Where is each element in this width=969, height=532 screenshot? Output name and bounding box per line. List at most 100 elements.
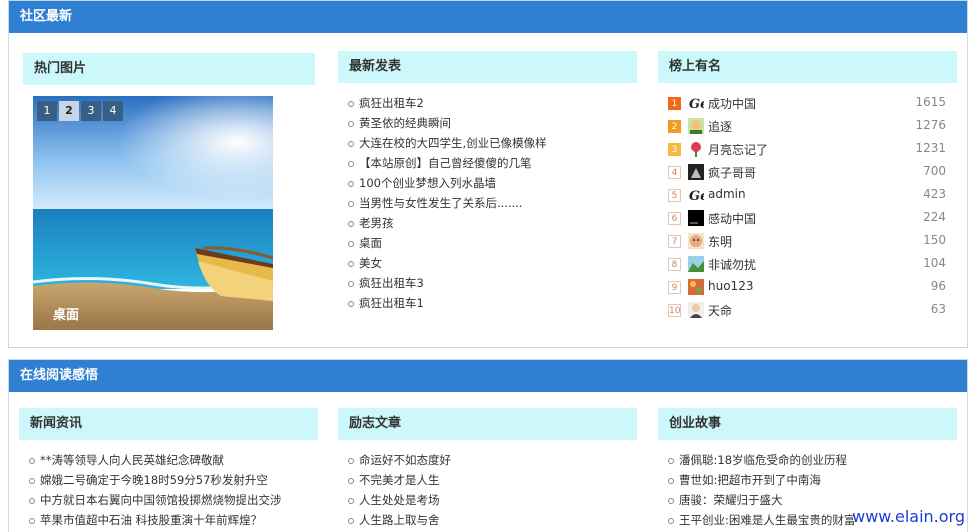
- list-item[interactable]: 黄圣依的经典瞬间: [348, 113, 638, 133]
- user-score: 700: [923, 164, 946, 178]
- ranking-row[interactable]: 1 Ge 成功中国 1615: [668, 93, 946, 116]
- list-item[interactable]: 【本站原创】自己曾经傻傻的几笔: [348, 153, 638, 173]
- pager-page-4[interactable]: 4: [103, 101, 123, 121]
- latest-posts-title: 最新发表: [338, 51, 637, 83]
- rank-badge: 4: [668, 166, 681, 179]
- user-name[interactable]: 月亮忘记了: [708, 141, 768, 158]
- inspire-panel: 励志文章: [338, 408, 637, 440]
- ranking-row[interactable]: 10 天命 63: [668, 300, 946, 323]
- user-name[interactable]: 东明: [708, 233, 732, 250]
- svg-text:Ge: Ge: [689, 189, 704, 203]
- hot-pics-title: 热门图片: [23, 53, 315, 85]
- user-name[interactable]: 成功中国: [708, 95, 756, 112]
- latest-posts-list: 疯狂出租车2 黄圣依的经典瞬间 大连在校的大四学生,创业已像模像样 【本站原创】…: [348, 93, 638, 313]
- list-item[interactable]: 疯狂出租车2: [348, 93, 638, 113]
- inspire-list: 命运好不如态度好 不完美才是人生 人生处处是考场 人生路上取与舍: [348, 450, 638, 530]
- black-avatar-icon: [688, 210, 704, 226]
- ranking-panel: 榜上有名: [658, 51, 957, 83]
- rank-badge: 3: [668, 143, 681, 156]
- cartoon-avatar-icon: [688, 118, 704, 134]
- user-name[interactable]: 疯子哥哥: [708, 164, 756, 181]
- list-item[interactable]: 曹世如:把超市开到了中南海: [668, 470, 958, 490]
- rank-badge: 9: [668, 281, 681, 294]
- list-item[interactable]: 美女: [348, 253, 638, 273]
- hot-pics-panel: 热门图片: [23, 53, 315, 85]
- list-item[interactable]: 苹果市值超中石油 科技股重演十年前辉煌？: [29, 510, 319, 530]
- rank-badge: 2: [668, 120, 681, 133]
- ranking-row[interactable]: 4 疯子哥哥 700: [668, 162, 946, 185]
- user-score: 104: [923, 256, 946, 270]
- dark-avatar-icon: [688, 164, 704, 180]
- ranking-row[interactable]: 9 huo123 96: [668, 277, 946, 300]
- rank-badge: 8: [668, 258, 681, 271]
- pager-page-1[interactable]: 1: [37, 101, 57, 121]
- list-item[interactable]: 潘佩聪:18岁临危受命的创业历程: [668, 450, 958, 470]
- list-item[interactable]: 人生路上取与舍: [348, 510, 638, 530]
- section-title-community: 社区最新: [9, 1, 967, 33]
- list-item[interactable]: 当男性与女性发生了关系后.......: [348, 193, 638, 213]
- pager-page-2[interactable]: 2: [59, 101, 79, 121]
- list-item[interactable]: 嫦娥二号确定于今晚18时59分57秒发射升空: [29, 470, 319, 490]
- latest-posts-panel: 最新发表: [338, 51, 637, 83]
- user-score: 96: [930, 279, 946, 293]
- ranking-title: 榜上有名: [658, 51, 957, 83]
- list-item[interactable]: 疯狂出租车1: [348, 293, 638, 313]
- news-panel: 新闻资讯: [19, 408, 318, 440]
- ranking-row[interactable]: 3 月亮忘记了 1231: [668, 139, 946, 162]
- user-score: 150: [923, 233, 946, 247]
- user-score: 1276: [915, 118, 946, 132]
- list-item[interactable]: 大连在校的大四学生,创业已像模像样: [348, 133, 638, 153]
- hot-pic-slideshow[interactable]: 1 2 3 4 桌面: [33, 96, 273, 330]
- logo-icon: Ge: [689, 189, 704, 203]
- startup-panel: 创业故事: [658, 408, 957, 440]
- user-name[interactable]: 天命: [708, 302, 732, 319]
- rank-badge: 7: [668, 235, 681, 248]
- ranking-row[interactable]: 6 感动中国 224: [668, 208, 946, 231]
- user-score: 63: [930, 302, 946, 316]
- ranking-row[interactable]: 2 追逐 1276: [668, 116, 946, 139]
- rank-badge: 6: [668, 212, 681, 225]
- startup-title: 创业故事: [658, 408, 957, 440]
- ranking-list: 1 Ge 成功中国 1615 2 追逐 1276 3 月亮忘记了 1231 4 …: [668, 93, 946, 323]
- rank-badge: 10: [668, 304, 681, 317]
- beach-image: [33, 96, 273, 330]
- user-name[interactable]: 感动中国: [708, 210, 756, 227]
- list-item[interactable]: 人生处处是考场: [348, 490, 638, 510]
- slideshow-pager: 1 2 3 4: [37, 101, 123, 121]
- flower-avatar-icon: [688, 141, 704, 157]
- news-list: **涛等领导人向人民英雄纪念碑敬献 嫦娥二号确定于今晚18时59分57秒发射升空…: [29, 450, 319, 530]
- user-name[interactable]: admin: [708, 187, 746, 201]
- list-item[interactable]: 命运好不如态度好: [348, 450, 638, 470]
- inspire-title: 励志文章: [338, 408, 637, 440]
- ranking-row[interactable]: 8 非诚勿扰 104: [668, 254, 946, 277]
- list-item[interactable]: 桌面: [348, 233, 638, 253]
- svg-text:Ge: Ge: [689, 97, 704, 111]
- landscape-avatar-icon: [688, 256, 704, 272]
- user-score: 1231: [915, 141, 946, 155]
- user-name[interactable]: huo123: [708, 279, 753, 293]
- list-item[interactable]: 不完美才是人生: [348, 470, 638, 490]
- person-avatar-icon: [688, 302, 704, 318]
- community-section: 社区最新 热门图片 1 2 3 4 桌面 最新发表 疯狂出租车2 黄圣依的经典瞬…: [8, 0, 968, 348]
- section-title-reading: 在线阅读感悟: [9, 360, 967, 392]
- list-item[interactable]: 疯狂出租车3: [348, 273, 638, 293]
- slideshow-caption[interactable]: 桌面: [53, 304, 79, 323]
- user-score: 423: [923, 187, 946, 201]
- face-avatar-icon: [688, 233, 704, 249]
- reading-section: 在线阅读感悟 新闻资讯 **涛等领导人向人民英雄纪念碑敬献 嫦娥二号确定于今晚1…: [8, 359, 968, 532]
- ranking-row[interactable]: 7 东明 150: [668, 231, 946, 254]
- user-name[interactable]: 追逐: [708, 118, 732, 135]
- list-item[interactable]: **涛等领导人向人民英雄纪念碑敬献: [29, 450, 319, 470]
- rank-badge: 1: [668, 97, 681, 110]
- list-item[interactable]: 老男孩: [348, 213, 638, 233]
- news-title: 新闻资讯: [19, 408, 318, 440]
- list-item[interactable]: 中方就日本右翼向中国领馆投掷燃烧物提出交涉: [29, 490, 319, 510]
- list-item[interactable]: 100个创业梦想入列水晶墙: [348, 173, 638, 193]
- pager-page-3[interactable]: 3: [81, 101, 101, 121]
- user-score: 1615: [915, 95, 946, 109]
- logo-icon: Ge: [689, 97, 704, 111]
- user-name[interactable]: 非诚勿扰: [708, 256, 756, 273]
- pattern-avatar-icon: [688, 279, 704, 295]
- ranking-row[interactable]: 5 Ge admin 423: [668, 185, 946, 208]
- rank-badge: 5: [668, 189, 681, 202]
